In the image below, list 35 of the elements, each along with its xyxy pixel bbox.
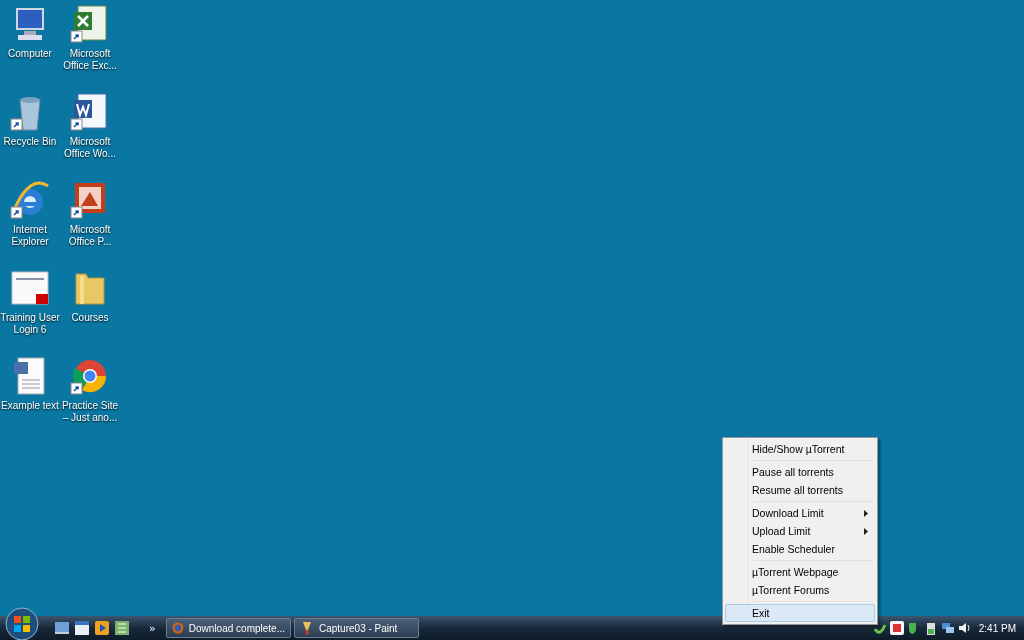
menu-item[interactable]: Pause all torrents xyxy=(725,463,875,481)
browser-icon[interactable] xyxy=(10,180,50,220)
icon-label: Practice Site – Just ano... xyxy=(60,400,120,424)
icon-label: Microsoft Office Wo... xyxy=(63,136,117,160)
taskbar-button[interactable]: Download complete... xyxy=(166,618,291,638)
icon-label: Recycle Bin xyxy=(2,136,58,148)
menu-item[interactable]: Upload Limit xyxy=(725,522,875,540)
overflow-chevron[interactable]: » xyxy=(149,621,156,635)
icon-label: Computer xyxy=(7,48,53,60)
clock[interactable]: 2:41 PM xyxy=(978,622,1016,634)
icon-label: Microsoft Office Exc... xyxy=(62,48,118,72)
icon-label: Internet Explorer xyxy=(10,224,50,248)
pdf-file-icon[interactable] xyxy=(10,268,50,308)
taskbar-button[interactable]: Capture03 - Paint xyxy=(294,618,419,638)
menu-item[interactable]: Download Limit xyxy=(725,504,875,522)
icon-label: Example text xyxy=(0,400,60,412)
menu-item[interactable]: µTorrent Forums xyxy=(725,581,875,599)
paintbrush-icon xyxy=(300,621,314,635)
document-icon[interactable] xyxy=(70,92,110,132)
icon-label: Training User Login 6 xyxy=(0,312,60,336)
network-icon[interactable] xyxy=(940,621,955,635)
icon-label: Microsoft Office P... xyxy=(67,224,113,248)
icon-label: Courses xyxy=(70,312,110,324)
menu-item[interactable]: Exit xyxy=(725,604,875,622)
speaker-icon[interactable] xyxy=(957,621,972,635)
globe-icon xyxy=(172,621,184,635)
menu-item[interactable]: µTorrent Webpage xyxy=(725,563,875,581)
app-tray-icon[interactable] xyxy=(889,621,904,635)
menu-item[interactable]: Resume all torrents xyxy=(725,481,875,499)
menu-item[interactable]: Hide/Show µTorrent xyxy=(725,440,875,458)
window-icon[interactable] xyxy=(75,621,89,635)
spreadsheet-icon[interactable] xyxy=(70,4,110,44)
start-button[interactable] xyxy=(5,607,39,640)
menu-item[interactable]: Enable Scheduler xyxy=(725,540,875,558)
media-player-icon[interactable] xyxy=(95,621,109,635)
